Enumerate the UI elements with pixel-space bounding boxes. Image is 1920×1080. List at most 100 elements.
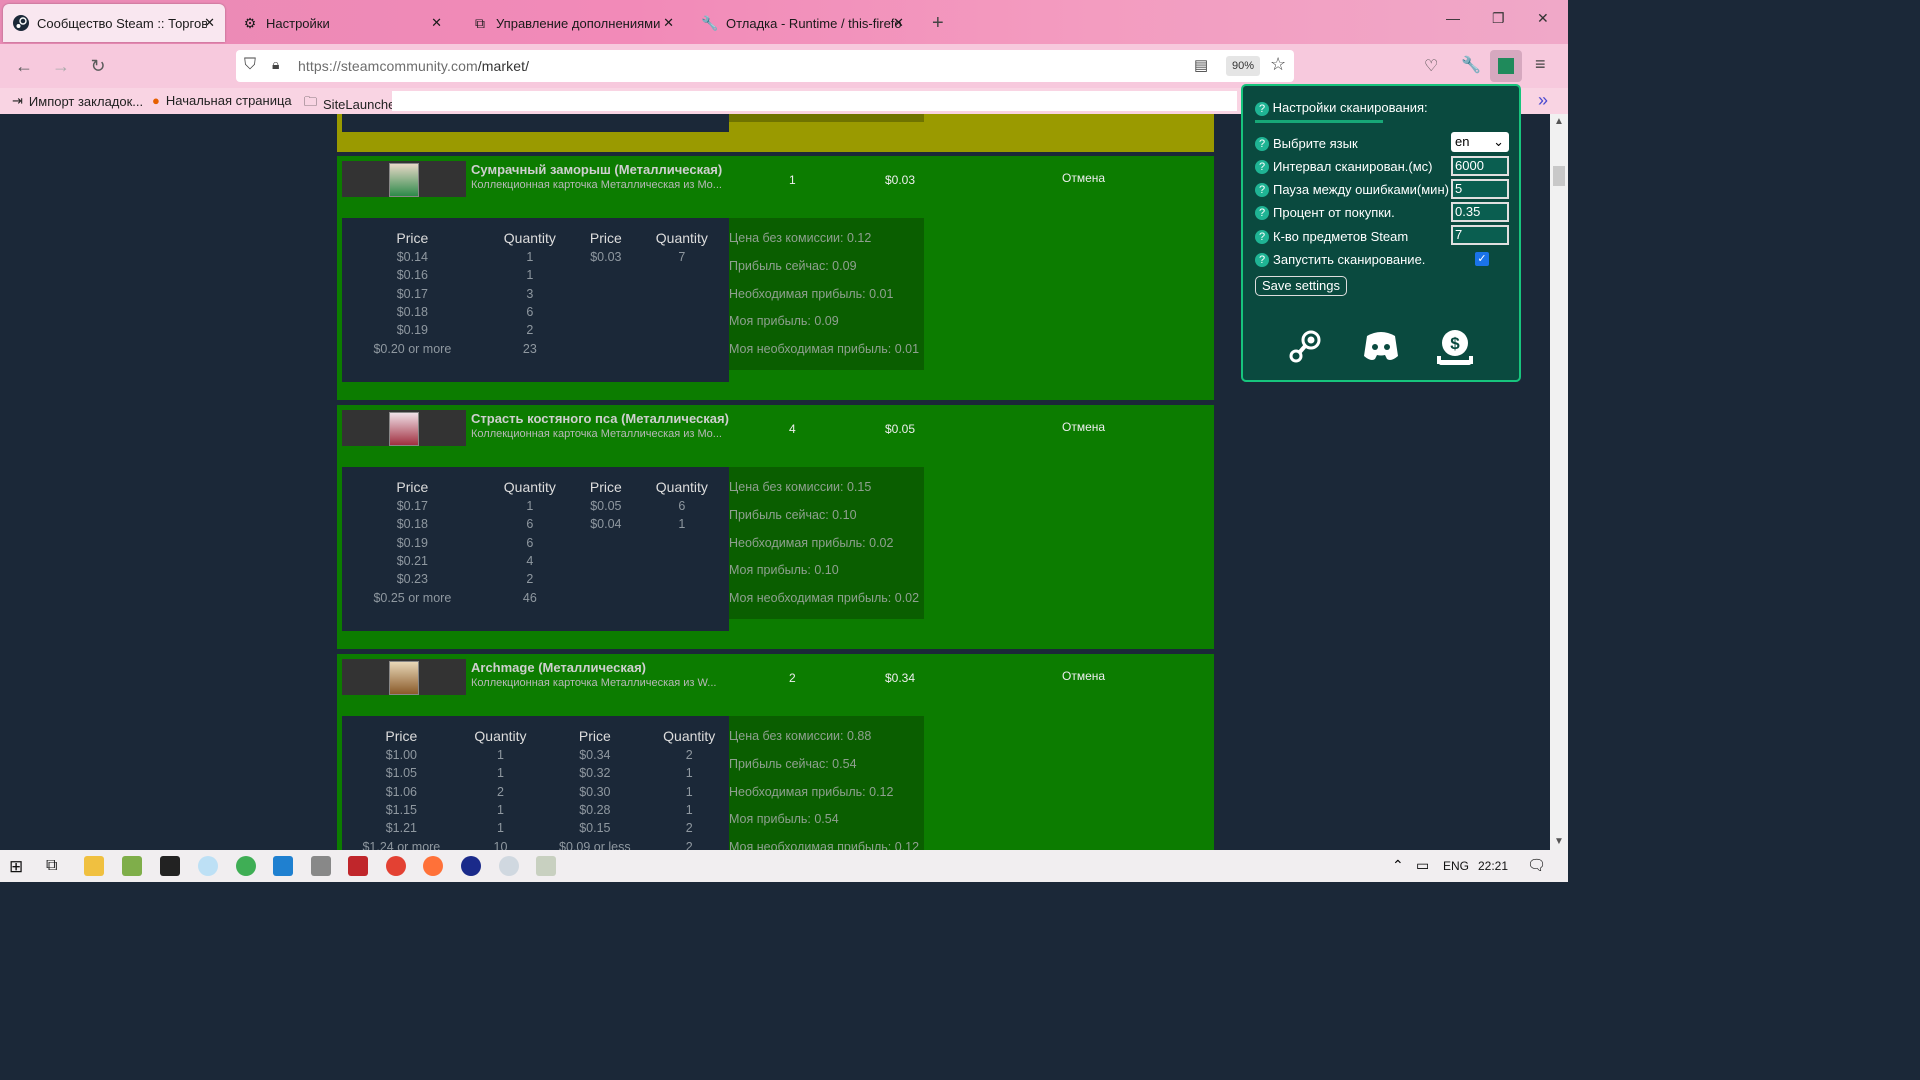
firefox-icon[interactable] [423, 856, 443, 876]
help-icon[interactable]: ? [1255, 159, 1269, 174]
percent-input[interactable]: 0.35 [1451, 202, 1509, 222]
interval-row: ? Интервал сканирован.(мс) [1255, 159, 1432, 174]
lock-icon[interactable]: 🔒︎ [272, 56, 279, 73]
item-name[interactable]: Страсть костяного пса (Металлическая) [471, 411, 729, 426]
notification-icon[interactable]: 🗨︎ [1527, 856, 1546, 874]
cancel-button[interactable]: Отмена [1062, 171, 1105, 185]
battery-icon[interactable]: ▭ [1416, 857, 1429, 874]
cancel-button[interactable]: Отмена [1062, 420, 1105, 434]
sell-quantity-cell: 1 [497, 766, 504, 781]
item-image-frame[interactable] [342, 410, 466, 446]
table-row: $1.00 1 $0.34 2 [342, 746, 729, 764]
scroll-down-icon[interactable]: ▼ [1554, 836, 1564, 847]
scrollbar[interactable]: ▲ ▼ [1550, 114, 1568, 850]
sell-price-cell: $0.19 [396, 323, 428, 338]
app-icon[interactable] [236, 856, 256, 876]
help-icon[interactable]: ? [1255, 229, 1269, 244]
save-settings-button[interactable]: Save settings [1255, 276, 1347, 296]
sell-price-cell: $0.18 [396, 517, 428, 532]
help-icon[interactable]: ? [1255, 136, 1269, 151]
close-icon[interactable]: ✕ [893, 15, 904, 31]
table-row: $0.21 4 [342, 552, 729, 570]
reader-view-icon[interactable]: ▤ [1194, 56, 1208, 74]
clock[interactable]: 22:21 [1478, 859, 1508, 873]
extension-button[interactable] [1490, 50, 1522, 82]
new-tab-button[interactable]: + [922, 4, 952, 42]
scroll-thumb[interactable] [1553, 166, 1565, 186]
tab-strip: Сообщество Steam :: Торговая ✕ ⚙ Настрой… [0, 0, 1568, 44]
reload-icon[interactable]: ↻ [87, 56, 109, 77]
interval-input[interactable]: 6000 [1451, 156, 1509, 176]
item-subtitle: Коллекционная карточка Металлическая из … [471, 179, 722, 191]
terminal-icon[interactable] [160, 856, 180, 876]
tab-settings[interactable]: ⚙ Настройки ✕ [232, 4, 452, 42]
info-line: Моя необходимая прибыль: 0.12 [729, 840, 920, 850]
back-icon[interactable]: ← [13, 56, 35, 77]
url-bar[interactable]: ⛉ 🔒︎ https://steamcommunity.com/market/ … [236, 50, 1294, 82]
close-icon[interactable]: ✕ [663, 15, 674, 31]
column-header: Price [589, 230, 622, 246]
windows-start-icon[interactable]: ⊞ [9, 857, 23, 877]
chrome-icon[interactable] [386, 856, 406, 876]
item-image-frame[interactable] [342, 659, 466, 695]
url-text[interactable]: https://steamcommunity.com/market/ [298, 58, 529, 74]
filezilla-icon[interactable] [348, 856, 368, 876]
app-icon[interactable] [499, 856, 519, 876]
restore-icon[interactable]: ❐ [1492, 10, 1505, 27]
help-icon[interactable]: ? [1255, 102, 1269, 116]
pocket-icon[interactable]: ♡ [1424, 56, 1438, 76]
file-explorer-icon[interactable] [84, 856, 104, 876]
sell-quantity-cell: 1 [526, 499, 534, 514]
steam-icon[interactable] [1285, 326, 1329, 370]
item-image-frame[interactable] [342, 161, 466, 197]
bookmark-home[interactable]: ● Начальная страница [152, 93, 292, 108]
help-icon[interactable]: ? [1255, 182, 1269, 197]
donate-icon[interactable]: $ [1433, 326, 1477, 370]
item-quantity: 4 [789, 422, 796, 436]
item-subtitle: Коллекционная карточка Металлическая из … [471, 677, 717, 689]
forward-icon[interactable]: → [50, 56, 72, 77]
tray-chevron-up-icon[interactable]: ⌃ [1392, 857, 1404, 874]
app-icon[interactable] [198, 856, 218, 876]
item-name[interactable]: Archmage (Металлическая) [471, 660, 646, 675]
bookmark-star-icon[interactable]: ☆ [1270, 54, 1286, 75]
bookmark-import[interactable]: ⇥ Импорт закладок... [12, 93, 143, 109]
buy-price-cell [577, 266, 635, 284]
tab-steam-market[interactable]: Сообщество Steam :: Торговая ✕ [3, 4, 225, 42]
close-icon[interactable]: ✕ [204, 15, 215, 31]
chevron-right-icon[interactable]: » [1538, 90, 1548, 111]
bookmark-sitelauncher[interactable]: 🗀 SiteLaunche [304, 93, 395, 115]
table-row: $0.17 3 [342, 285, 729, 303]
start-scan-checkbox[interactable]: ✓ [1475, 252, 1489, 266]
vscode-icon[interactable] [273, 856, 293, 876]
menu-icon[interactable]: ≡ [1535, 54, 1546, 75]
scroll-up-icon[interactable]: ▲ [1554, 116, 1564, 127]
zoom-indicator[interactable]: 90% [1226, 56, 1260, 76]
pause-label: Пауза между ошибками(мин) [1273, 182, 1449, 197]
app-icon[interactable] [536, 856, 556, 876]
help-icon[interactable]: ? [1255, 252, 1269, 267]
language-indicator[interactable]: ENG [1443, 859, 1469, 873]
calculator-icon[interactable] [311, 856, 331, 876]
close-icon[interactable]: ✕ [431, 15, 442, 31]
minimize-icon[interactable]: — [1446, 10, 1460, 26]
app-icon[interactable] [461, 856, 481, 876]
market-item-block: Страсть костяного пса (Металлическая) Кол… [337, 405, 1214, 649]
pause-input[interactable]: 5 [1451, 179, 1509, 199]
count-stepper[interactable]: 7 [1451, 225, 1509, 245]
sell-price-cell: $0.16 [396, 268, 428, 283]
cancel-button[interactable]: Отмена [1062, 669, 1105, 683]
help-icon[interactable]: ? [1255, 205, 1269, 220]
task-view-icon[interactable]: ⧉ [46, 857, 57, 875]
shield-icon[interactable]: ⛉ [244, 56, 256, 74]
app-icon[interactable] [122, 856, 142, 876]
language-select[interactable]: en ⌄ [1451, 132, 1509, 152]
tab-addons[interactable]: ⧉ Управление дополнениями ✕ [462, 4, 684, 42]
market-item-block: Archmage (Металлическая) Коллекционная ка… [337, 654, 1214, 850]
tab-debug[interactable]: 🔧 Отладка - Runtime / this-firefox ✕ [692, 4, 914, 42]
wrench-icon[interactable]: 🔧 [1461, 55, 1481, 75]
item-name[interactable]: Сумрачный заморыш (Металлическая) [471, 162, 722, 177]
discord-icon[interactable] [1361, 326, 1405, 370]
language-row: ? Выбрите язык [1255, 136, 1358, 151]
close-window-icon[interactable]: ✕ [1537, 10, 1549, 27]
